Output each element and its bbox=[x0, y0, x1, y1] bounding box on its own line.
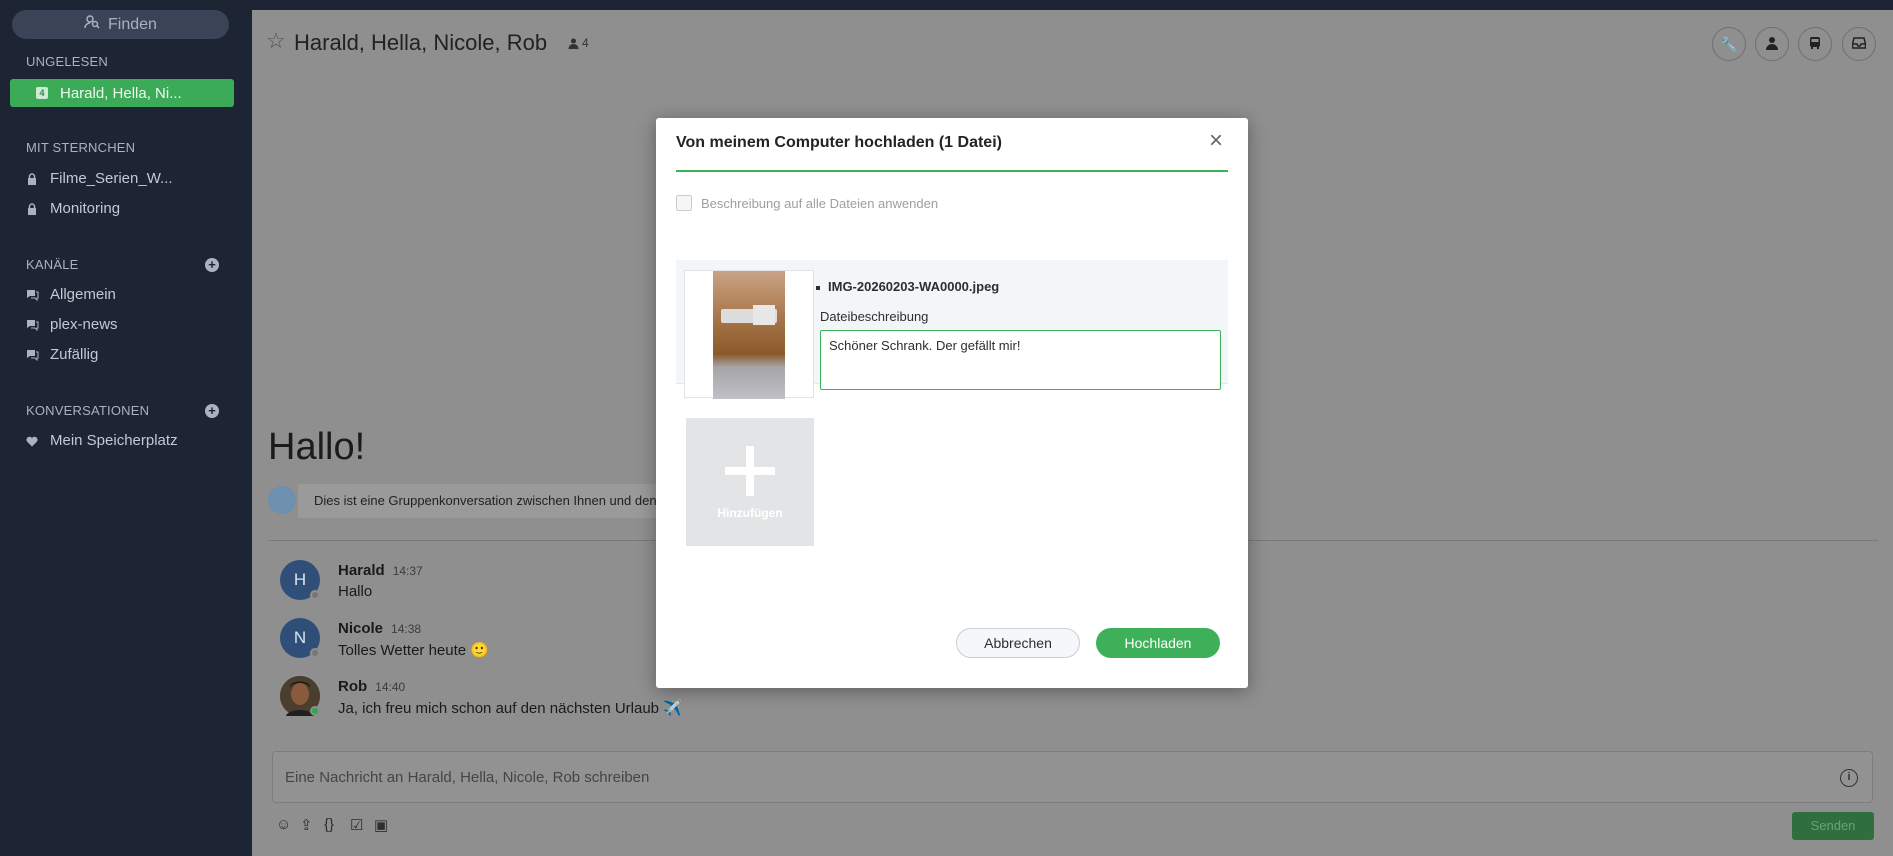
sidebar-item-label: Allgemein bbox=[50, 285, 116, 303]
message-composer: i bbox=[272, 751, 1873, 803]
section-unread: UNGELESEN bbox=[26, 54, 108, 69]
file-entry: IMG-20260203-WA0000.jpeg Dateibeschreibu… bbox=[676, 260, 1228, 399]
lock-icon bbox=[26, 172, 38, 185]
top-strip bbox=[252, 0, 1893, 10]
message-text: Hallo bbox=[338, 583, 373, 600]
chat-bubble-icon bbox=[26, 348, 39, 362]
sidebar-item-label: Zufällig bbox=[50, 345, 99, 363]
message-author[interactable]: Harald 14:37 bbox=[338, 562, 423, 579]
message-text: Tolles Wetter heute 🙂 bbox=[338, 642, 489, 659]
sidebar-item-allgemein[interactable]: Allgemein bbox=[26, 282, 116, 306]
sidebar-item-zufaellig[interactable]: Zufällig bbox=[26, 342, 98, 366]
message-text: Ja, ich freu mich schon auf den nächsten… bbox=[338, 700, 682, 717]
upload-button[interactable]: Hochladen bbox=[1096, 628, 1220, 658]
dialog-title-underline bbox=[676, 170, 1228, 172]
apply-description-label: Beschreibung auf alle Dateien anwenden bbox=[701, 196, 939, 211]
room-title: Harald, Hella, Nicole, Rob bbox=[294, 30, 548, 55]
dialog-title: Von meinem Computer hochladen (1 Datei) bbox=[676, 134, 1002, 151]
wrench-icon: 🔧 bbox=[1720, 35, 1738, 52]
sidebar-item-label: Filme_Serien_W... bbox=[50, 169, 173, 187]
add-conversation-icon[interactable]: + bbox=[205, 404, 219, 418]
upload-icon[interactable]: ⇪ bbox=[300, 816, 313, 834]
send-button[interactable]: Senden bbox=[1792, 812, 1874, 840]
file-thumbnail-frame bbox=[684, 270, 814, 399]
section-conversations: KONVERSATIONEN bbox=[26, 403, 150, 418]
files-button[interactable] bbox=[1842, 27, 1876, 61]
bus-icon bbox=[1808, 36, 1822, 53]
bot-avatar bbox=[268, 486, 296, 514]
code-icon[interactable]: {} bbox=[324, 816, 334, 833]
status-dot bbox=[310, 706, 320, 716]
message-time: 14:38 bbox=[391, 622, 422, 636]
room-greeting: Hallo! bbox=[268, 426, 366, 468]
close-icon[interactable]: × bbox=[1204, 129, 1228, 154]
threads-button[interactable] bbox=[1798, 27, 1832, 61]
video-call-icon[interactable]: ▣ bbox=[374, 816, 388, 834]
user-info-button[interactable] bbox=[1755, 27, 1789, 61]
sidebar: Finden UNGELESEN 4 Harald, Hella, Ni... … bbox=[0, 0, 252, 856]
sidebar-item-harald-group[interactable]: 4 Harald, Hella, Ni... bbox=[10, 79, 234, 107]
description-field[interactable]: Schöner Schrank. Der gefällt mir! bbox=[820, 330, 1221, 390]
find-button[interactable]: Finden bbox=[12, 10, 229, 39]
person-icon bbox=[568, 38, 579, 49]
sidebar-item-mein-speicherplatz[interactable]: Mein Speicherplatz bbox=[26, 428, 178, 452]
sidebar-item-label: plex-news bbox=[50, 315, 118, 333]
room-header: ☆ Harald, Hella, Nicole, Rob 4 🔧 bbox=[252, 10, 1893, 76]
apply-description-checkbox[interactable] bbox=[676, 195, 692, 211]
status-dot bbox=[310, 648, 320, 658]
emoji-icon[interactable]: ☺ bbox=[276, 816, 291, 833]
message-time: 14:40 bbox=[375, 680, 406, 694]
user-search-icon bbox=[84, 15, 100, 34]
section-starred: MIT STERNCHEN bbox=[26, 140, 136, 155]
sidebar-item-label: Harald, Hella, Ni... bbox=[60, 84, 182, 102]
star-icon[interactable]: ☆ bbox=[266, 28, 286, 54]
file-name: IMG-20260203-WA0000.jpeg bbox=[815, 279, 1000, 294]
description-label: Dateibeschreibung bbox=[820, 309, 929, 324]
wrench-button[interactable]: 🔧 bbox=[1712, 27, 1746, 61]
chat-bubble-icon bbox=[26, 318, 39, 332]
member-count[interactable]: 4 bbox=[568, 36, 589, 50]
add-file-label: Hinzufügen bbox=[717, 506, 783, 520]
sidebar-item-monitoring[interactable]: Monitoring bbox=[26, 196, 120, 220]
unread-badge: 4 bbox=[36, 87, 48, 99]
add-channel-icon[interactable]: + bbox=[205, 258, 219, 272]
inbox-icon bbox=[1851, 36, 1867, 53]
message-input[interactable] bbox=[285, 752, 1785, 802]
intro-message: Dies ist eine Gruppenkonversation zwisch… bbox=[298, 484, 668, 518]
upload-dialog: Von meinem Computer hochladen (1 Datei) … bbox=[656, 118, 1248, 688]
heart-icon bbox=[26, 434, 38, 447]
cancel-button[interactable]: Abbrechen bbox=[956, 628, 1080, 658]
chat-bubble-icon bbox=[26, 288, 39, 302]
calendar-check-icon[interactable]: ☑ bbox=[350, 816, 363, 834]
status-dot bbox=[310, 590, 320, 600]
message-author[interactable]: Rob 14:40 bbox=[338, 678, 405, 695]
sidebar-item-filme-serien[interactable]: Filme_Serien_W... bbox=[26, 166, 173, 190]
person-icon bbox=[1765, 36, 1779, 53]
add-file-button[interactable]: Hinzufügen bbox=[686, 418, 814, 546]
lock-icon bbox=[26, 202, 38, 215]
message-author[interactable]: Nicole 14:38 bbox=[338, 620, 421, 637]
sidebar-item-label: Mein Speicherplatz bbox=[50, 431, 178, 449]
section-channels: KANÄLE bbox=[26, 257, 79, 272]
find-label: Finden bbox=[108, 15, 157, 33]
sidebar-item-plex-news[interactable]: plex-news bbox=[26, 312, 118, 336]
message-time: 14:37 bbox=[392, 564, 423, 578]
member-count-value: 4 bbox=[582, 36, 589, 50]
file-thumbnail bbox=[713, 271, 785, 399]
sidebar-item-label: Monitoring bbox=[50, 199, 121, 217]
info-icon[interactable]: i bbox=[1840, 769, 1858, 787]
